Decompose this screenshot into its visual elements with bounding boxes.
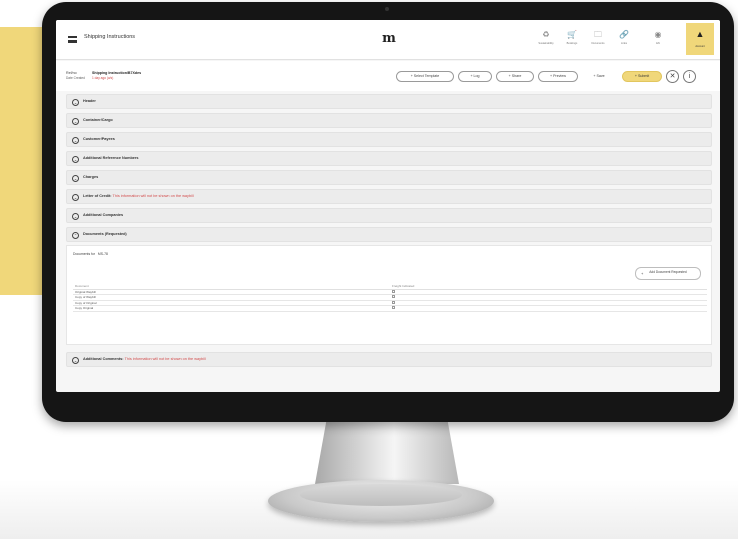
table-row: Copy Original	[73, 305, 707, 312]
select-template-button[interactable]: + Select Template	[396, 71, 454, 82]
status-value: 1 day ago (a/s)	[92, 76, 114, 80]
checkbox[interactable]	[392, 300, 395, 304]
document-toolbar: Ref/no Shipping Instruction/B7Xdes Date …	[56, 61, 720, 91]
menu-icon[interactable]	[68, 36, 77, 43]
section-note: This information will not be shown on th…	[112, 194, 194, 198]
ref-value: Shipping Instruction/B7Xdes	[92, 71, 142, 75]
toolbar-item-links[interactable]: 🔗 Links	[612, 29, 636, 53]
chevron-down-icon: ⌄	[72, 174, 79, 182]
checkbox[interactable]	[392, 306, 395, 310]
toolbar-item-sustainability[interactable]: ♻ Sustainability	[534, 29, 558, 53]
plus-icon: +	[641, 271, 644, 276]
log-button[interactable]: + Log	[458, 71, 492, 82]
section-additional-comments[interactable]: ⌄ Additional Comments: This information …	[66, 352, 712, 367]
section-additional-companies[interactable]: ⌄ Additional Companies	[66, 208, 712, 223]
brand-logo[interactable]: m	[382, 30, 396, 48]
page-title: Shipping Instructions	[84, 34, 136, 40]
submit-button[interactable]: + Submit	[622, 71, 662, 82]
info-icon[interactable]: i	[683, 70, 696, 83]
user-icon: ▲	[695, 29, 705, 39]
ref-label: Ref/no	[66, 71, 77, 75]
monitor-screen: Shipping Instructions m ♻ Sustainability…	[56, 20, 720, 392]
chevron-down-icon: ⌄	[72, 193, 79, 201]
section-letter-of-credit[interactable]: ⌄ Letter of Credit: This information wil…	[66, 189, 712, 204]
chevron-down-icon: ⌄	[72, 117, 79, 125]
status-label: Date Created	[66, 76, 85, 80]
section-customer-payees[interactable]: ⌄ Customer/Payees	[66, 132, 712, 147]
folder-icon: 🗀	[594, 30, 602, 39]
section-documents-requested[interactable]: ⌃ Documents (Requested)	[66, 227, 712, 242]
save-button[interactable]: + Save	[582, 71, 616, 82]
share-button[interactable]: + Share	[496, 71, 534, 82]
documents-for: Documents for MS-78	[73, 252, 108, 256]
chevron-down-icon: ⌄	[72, 356, 79, 364]
toolbar-item-bookings[interactable]: 🛒 Bookings	[560, 29, 584, 53]
monitor-stand-base-inner	[300, 484, 462, 506]
section-charges[interactable]: ⌄ Charges	[66, 170, 712, 185]
section-additional-reference-numbers[interactable]: ⌄ Additional Reference Numbers	[66, 151, 712, 166]
globe-icon: ◉	[654, 30, 662, 39]
app-header: Shipping Instructions m ♻ Sustainability…	[56, 20, 720, 60]
checkbox[interactable]	[392, 289, 395, 293]
recycle-icon: ♻	[542, 30, 550, 39]
monitor-bezel: Shipping Instructions m ♻ Sustainability…	[42, 2, 734, 422]
toolbar-item-language[interactable]: ◉ EN	[646, 29, 670, 53]
chevron-up-icon: ⌃	[72, 231, 79, 239]
chevron-down-icon: ⌄	[72, 155, 79, 163]
documents-panel: Documents for MS-78 + Add Document Reque…	[66, 245, 712, 345]
monitor-stand-neck	[315, 420, 459, 484]
scene: Shipping Instructions m ♻ Sustainability…	[0, 0, 738, 539]
webcam	[385, 7, 389, 11]
chevron-down-icon: ⌄	[72, 136, 79, 144]
close-icon[interactable]: ✕	[666, 70, 679, 83]
toolbar-item-documents[interactable]: 🗀 Documents	[586, 29, 610, 53]
section-note: This information will not be shown on th…	[124, 357, 206, 361]
chevron-down-icon: ⌄	[72, 212, 79, 220]
documents-table: Document Freight Indicated Original Wayb…	[73, 284, 707, 312]
checkbox[interactable]	[392, 295, 395, 299]
profile-button[interactable]: ▲ Account	[686, 23, 714, 55]
cart-icon: 🛒	[567, 30, 577, 39]
link-icon: 🔗	[619, 30, 629, 39]
preview-button[interactable]: + Preview	[538, 71, 578, 82]
section-header[interactable]: ⌄ Header	[66, 94, 712, 109]
section-container-cargo[interactable]: ⌄ Container/Cargo	[66, 113, 712, 128]
chevron-down-icon: ⌄	[72, 98, 79, 106]
add-document-button[interactable]: + Add Document Requested	[635, 267, 701, 280]
